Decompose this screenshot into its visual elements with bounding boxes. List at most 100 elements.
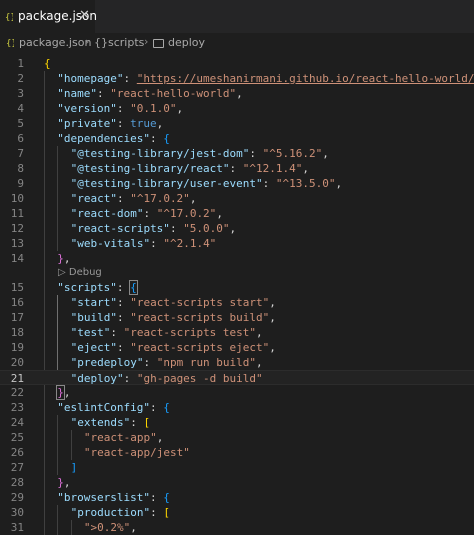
code-content: ">0.2%",	[84, 520, 137, 535]
json-boolean: true	[130, 117, 157, 130]
code-line[interactable]: 6 "dependencies": {	[0, 131, 474, 146]
code-content: "version": "0.1.0",	[57, 101, 183, 116]
json-key: "version"	[57, 102, 117, 115]
colon: :	[150, 401, 164, 414]
code-content: "test": "react-scripts test",	[71, 325, 263, 340]
line-number: 18	[10, 326, 24, 339]
code-content: "scripts": {	[57, 280, 138, 295]
code-line[interactable]: 26 "react-app/jest"	[0, 445, 474, 460]
colon: :	[262, 177, 276, 190]
code-line[interactable]: 24 "extends": [	[0, 415, 474, 430]
code-line[interactable]: 10 "react": "^17.0.2",	[0, 191, 474, 206]
code-line[interactable]: 5 "private": true,	[0, 116, 474, 131]
code-content: "start": "react-scripts start",	[71, 295, 276, 310]
svg-text:{}: {}	[5, 13, 13, 21]
code-line[interactable]: 9 "@testing-library/user-event": "^13.5.0…	[0, 176, 474, 191]
colon: :	[229, 162, 243, 175]
line-number: 22	[10, 386, 24, 399]
colon: :	[116, 281, 131, 294]
code-content: "dependencies": {	[57, 131, 170, 146]
code-content: },	[56, 385, 71, 400]
tab-package-json[interactable]: {} package.json ✕	[0, 0, 97, 33]
bracket: {	[44, 57, 51, 70]
json-key: "@testing-library/jest-dom"	[70, 147, 250, 160]
json-string: "^17.0.2"	[156, 207, 217, 220]
code-line[interactable]: 7 "@testing-library/jest-dom": "^5.16.2",	[0, 146, 474, 161]
code-line[interactable]: 12 "react-scripts": "5.0.0",	[0, 221, 474, 236]
json-file-icon: {}	[5, 13, 13, 21]
line-number: 20	[10, 356, 24, 369]
svg-text:{}: {}	[6, 39, 14, 47]
code-content: ]	[71, 460, 78, 475]
code-line[interactable]: 3 "name": "react-hello-world",	[0, 86, 474, 101]
json-key: "extends"	[70, 416, 131, 429]
bracket: {	[163, 132, 170, 145]
debug-codelens[interactable]: ▷ Debug	[58, 266, 102, 279]
code-line[interactable]: 8 "@testing-library/react": "^12.1.4",	[0, 161, 474, 176]
colon: :	[150, 132, 164, 145]
code-line[interactable]: 20 "predeploy": "npm run build",	[0, 355, 474, 370]
code-line[interactable]: 31 ">0.2%",	[0, 520, 474, 535]
bracket: {	[163, 491, 170, 504]
json-string: "^13.5.0"	[275, 177, 336, 190]
code-content: "browserslist": {	[57, 490, 170, 505]
code-line[interactable]: 17 "build": "react-scripts build",	[0, 310, 474, 325]
colon: :	[116, 117, 131, 130]
json-key: "react"	[70, 192, 117, 205]
line-number: 21	[10, 372, 24, 385]
bracket: [	[143, 416, 151, 429]
code-content: "@testing-library/jest-dom": "^5.16.2",	[71, 146, 329, 161]
json-string: "react-app/jest"	[83, 446, 190, 459]
json-string: "react-scripts start"	[130, 296, 270, 309]
colon: :	[249, 147, 263, 160]
breadcrumb-file[interactable]: package.json	[19, 36, 91, 49]
comma: ,	[189, 192, 197, 205]
comma: ,	[269, 341, 276, 354]
json-string: "0.1.0"	[130, 102, 177, 115]
code-line[interactable]: 29 "browserslist": {	[0, 490, 474, 505]
line-number: 29	[10, 491, 24, 504]
code-line[interactable]: 19 "eject": "react-scripts eject",	[0, 340, 474, 355]
code-line[interactable]: 14},	[0, 251, 474, 266]
code-content: "web-vitals": "^2.1.4"	[71, 236, 217, 251]
code-line[interactable]: 13 "web-vitals": "^2.1.4"	[0, 236, 474, 251]
code-line[interactable]: 22},	[0, 385, 474, 400]
breadcrumb-leaf[interactable]: deploy	[168, 36, 205, 49]
json-key: "production"	[70, 506, 151, 519]
code-content: "@testing-library/user-event": "^13.5.0"…	[71, 176, 343, 191]
code-line[interactable]: 28},	[0, 475, 474, 490]
bracket: }	[57, 476, 64, 489]
code-content: {	[44, 56, 51, 71]
code-line[interactable]: 18 "test": "react-scripts test",	[0, 325, 474, 340]
code-line[interactable]: 16 "start": "react-scripts start",	[0, 295, 474, 310]
colon: :	[130, 416, 144, 429]
code-line[interactable]: 1{	[0, 56, 474, 71]
code-line[interactable]: 21 "deploy": "gh-pages -d build"	[0, 370, 474, 385]
code-line[interactable]: 11 "react-dom": "^17.0.2",	[0, 206, 474, 221]
line-number: 10	[10, 192, 24, 205]
json-key: "react-scripts"	[70, 222, 170, 235]
code-line[interactable]: 15 "scripts": {	[0, 280, 474, 295]
colon: :	[116, 311, 131, 324]
line-number: 19	[10, 341, 24, 354]
code-content: "homepage": "https://umeshanirmani.githu…	[57, 71, 474, 86]
code-editor[interactable]: ▷ Debug 1{2 "homepage": "https://umeshani…	[0, 53, 474, 535]
object-icon: {}	[94, 36, 108, 49]
line-number: 1	[17, 57, 24, 70]
code-line[interactable]: 2 "homepage": "https://umeshanirmani.gith…	[0, 71, 474, 86]
bracket: ]	[70, 461, 78, 474]
code-content: "react-app",	[84, 430, 163, 445]
colon: :	[123, 72, 137, 85]
close-icon[interactable]: ✕	[79, 8, 90, 23]
code-line[interactable]: 4 "version": "0.1.0",	[0, 101, 474, 116]
json-key: "build"	[70, 311, 117, 324]
code-line[interactable]: 30 "production": [	[0, 505, 474, 520]
code-line[interactable]: 27]	[0, 460, 474, 475]
code-line[interactable]: 25 "react-app",	[0, 430, 474, 445]
breadcrumb-scope[interactable]: scripts	[108, 36, 144, 49]
json-string: "^5.16.2"	[262, 147, 323, 160]
json-string: "^12.1.4"	[242, 162, 303, 175]
play-icon: ▷	[58, 267, 69, 278]
code-line[interactable]: 23 "eslintConfig": {	[0, 400, 474, 415]
json-string: "npm run build"	[156, 356, 257, 369]
